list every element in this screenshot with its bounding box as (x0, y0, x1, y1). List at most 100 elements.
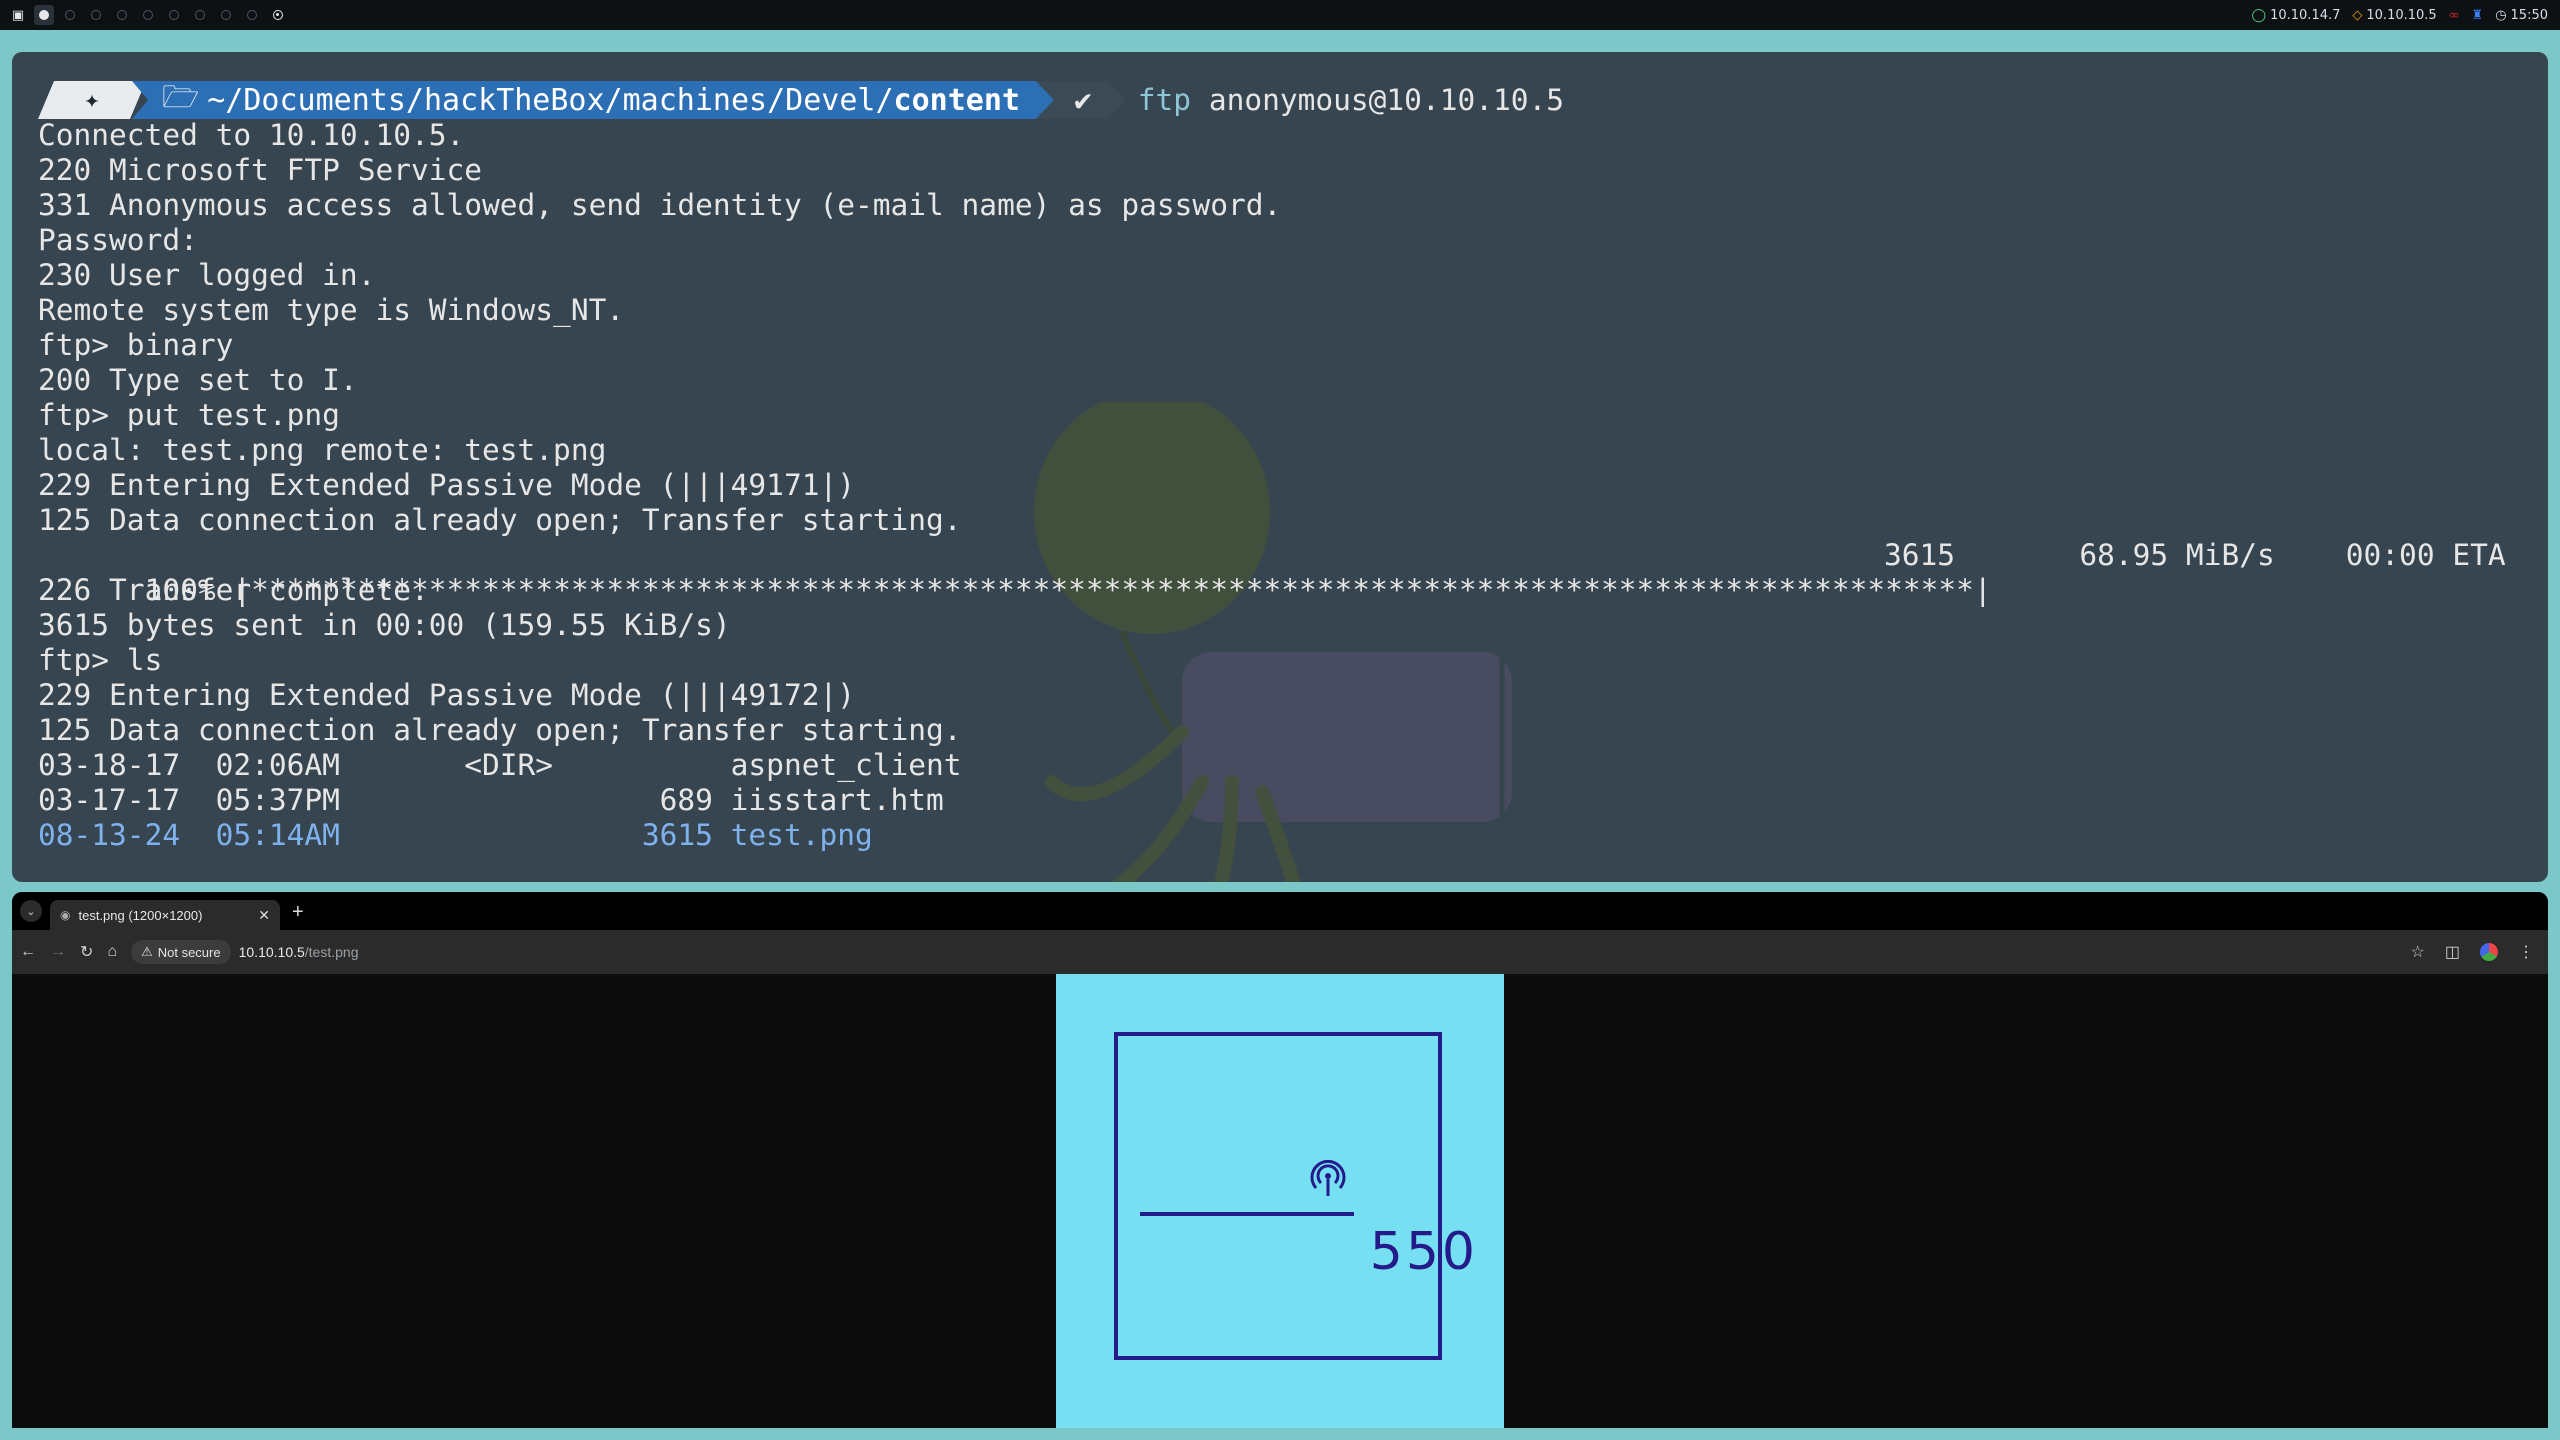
menu-kebab-icon[interactable]: ⋮ (2518, 942, 2534, 962)
workspace-dot-icon (169, 10, 179, 20)
workspace-8[interactable] (216, 5, 236, 25)
command-line[interactable]: ftp anonymous@10.10.10.5 (1138, 83, 1564, 117)
terminal-window[interactable]: ✦ 🗁 ~/Documents/hackTheBox/machines/Deve… (12, 52, 2548, 882)
listing-row-selected: 08-13-24 05:14AM 3615 test.png (38, 818, 2522, 853)
kali-menu-icon: ▣ (11, 7, 25, 23)
url-path: /test.png (304, 944, 359, 960)
clock-time: 15:50 (2510, 7, 2548, 23)
prompt-path-segment: 🗁 ~/Documents/hackTheBox/machines/Devel/… (132, 81, 1054, 119)
broadcast-icon (1310, 1159, 1346, 1196)
security-label: Not secure (157, 944, 221, 960)
tab-search-button[interactable]: ⌄ (20, 900, 42, 922)
back-icon[interactable]: ← (20, 943, 36, 961)
clock[interactable]: ◷ 15:50 (2495, 8, 2548, 23)
clock-icon: ◷ (2495, 7, 2507, 23)
address-bar[interactable]: ⚠ Not secure 10.10.10.5/test.png (131, 937, 358, 967)
output-line: 226 Transfer complete. (38, 573, 429, 607)
workspace-1[interactable] (34, 5, 54, 25)
workspace-dot-icon (117, 10, 127, 20)
workspace-3[interactable] (86, 5, 106, 25)
network-icon[interactable]: ♜ (2472, 8, 2484, 23)
workspace-dot-icon (65, 10, 75, 20)
workspace-2[interactable] (60, 5, 80, 25)
shell-prompt: ✦ 🗁 ~/Documents/hackTheBox/machines/Deve… (38, 80, 1564, 120)
browser-toolbar: ← → ↻ ⌂ ⚠ Not secure 10.10.10.5/test.png… (12, 930, 2548, 974)
close-icon[interactable]: ✕ (258, 907, 270, 924)
target-circle-icon (273, 10, 283, 20)
workspace-dot-icon (91, 10, 101, 20)
output-line: Password: (38, 223, 198, 257)
chevron-down-icon: ⌄ (26, 905, 36, 918)
image-divider-line (1140, 1212, 1354, 1216)
tab-strip: ⌄ ◉ test.png (1200×1200) ✕ + (12, 892, 2548, 930)
transfer-progress-line: 100% |**********************************… (38, 538, 2522, 607)
output-line: ftp> binary (38, 328, 234, 362)
workspace-5[interactable] (138, 5, 158, 25)
command-args: anonymous@10.10.10.5 (1208, 83, 1565, 117)
tab-test-png[interactable]: ◉ test.png (1200×1200) ✕ (50, 900, 280, 930)
target-ip-indicator[interactable]: ◇ 10.10.10.5 (2352, 8, 2436, 23)
vpn-ip-indicator[interactable]: ◯ 10.10.14.7 (2252, 8, 2341, 23)
command-binary: ftp (1137, 83, 1192, 117)
workspace-dot-icon (39, 10, 49, 20)
checkmark-icon: ✔ (1073, 83, 1092, 117)
workspace-9[interactable] (242, 5, 262, 25)
home-icon[interactable]: ⌂ (107, 943, 117, 961)
system-tray: ◯ 10.10.14.7 ◇ 10.10.10.5 ∞ ♜ ◷ 15:50 (2252, 8, 2560, 23)
workspace-dot-icon (247, 10, 257, 20)
target-icon: ◇ (2352, 7, 2363, 23)
image-frame (1114, 1032, 1442, 1360)
workspace-7[interactable] (190, 5, 210, 25)
url-host: 10.10.10.5 (238, 944, 305, 960)
prompt-path-prefix: ~/Documents/hackTheBox/machines/Devel/ (207, 82, 894, 118)
target-ip-text: 10.10.10.5 (2366, 7, 2437, 23)
output-line: Connected to 10.10.10.5. (38, 118, 465, 152)
record-icon[interactable]: ∞ (2449, 8, 2460, 23)
bookmark-star-icon[interactable]: ☆ (2411, 942, 2425, 962)
output-line: ftp> ls (38, 643, 163, 677)
output-line: 229 Entering Extended Passive Mode (|||4… (38, 468, 855, 502)
extensions-icon[interactable]: ◫ (2445, 942, 2460, 962)
app-launcher[interactable]: ▣ (8, 5, 28, 25)
shield-icon: ◯ (2251, 7, 2267, 23)
toolbar-actions: ☆ ◫ ⋮ (2411, 942, 2540, 962)
page-viewport: 550 (12, 974, 2548, 1428)
profile-avatar[interactable] (2480, 943, 2498, 961)
reload-icon[interactable]: ↻ (80, 942, 93, 962)
output-line: 230 User logged in. (38, 258, 376, 292)
warning-icon: ⚠ (141, 944, 153, 959)
output-line: ftp> put test.png (38, 398, 340, 432)
output-line: Remote system type is Windows_NT. (38, 293, 625, 327)
output-line: 229 Entering Extended Passive Mode (|||4… (38, 678, 855, 712)
workspace-10[interactable] (268, 5, 288, 25)
workspace-6[interactable] (164, 5, 184, 25)
workspace-dot-icon (143, 10, 153, 20)
output-line: 125 Data connection already open; Transf… (38, 503, 962, 537)
globe-icon: ◉ (60, 908, 71, 922)
displayed-image[interactable]: 550 (1056, 974, 1504, 1428)
prompt-os-segment: ✦ (38, 81, 146, 119)
system-top-bar: ▣ ◯ 10.10.14.7 ◇ 10.10.10.5 ∞ ♜ ◷ 15:50 (0, 0, 2560, 30)
forward-icon[interactable]: → (50, 943, 66, 961)
output-line: 3615 bytes sent in 00:00 (159.55 KiB/s) (38, 608, 731, 642)
prompt-path-current: content (893, 82, 1020, 118)
output-line: local: test.png remote: test.png (38, 433, 607, 467)
image-number: 550 (1369, 1222, 1478, 1282)
new-tab-button[interactable]: + (292, 901, 304, 924)
terminal-output: Connected to 10.10.10.5. 220 Microsoft F… (38, 118, 2522, 853)
workspace-dot-icon (195, 10, 205, 20)
progress-stats: 3615 68.95 MiB/s 00:00 ETA (1884, 538, 2506, 572)
vpn-ip-text: 10.10.14.7 (2270, 7, 2341, 23)
security-chip[interactable]: ⚠ Not secure (131, 940, 231, 964)
listing-row: 03-18-17 02:06AM <DIR> aspnet_client (38, 748, 962, 782)
workspace-dot-icon (221, 10, 231, 20)
kali-dragon-icon: ✦ (84, 85, 100, 115)
output-line: 200 Type set to I. (38, 363, 358, 397)
output-line: 125 Data connection already open; Transf… (38, 713, 962, 747)
workspace-4[interactable] (112, 5, 132, 25)
tab-title: test.png (1200×1200) (78, 907, 203, 923)
output-line: 220 Microsoft FTP Service (38, 153, 483, 187)
listing-row: 03-17-17 05:37PM 689 iisstart.htm (38, 783, 944, 817)
browser-window[interactable]: ⌄ ◉ test.png (1200×1200) ✕ + ← → ↻ ⌂ ⚠ N… (12, 892, 2548, 1428)
output-line: 331 Anonymous access allowed, send ident… (38, 188, 1282, 222)
